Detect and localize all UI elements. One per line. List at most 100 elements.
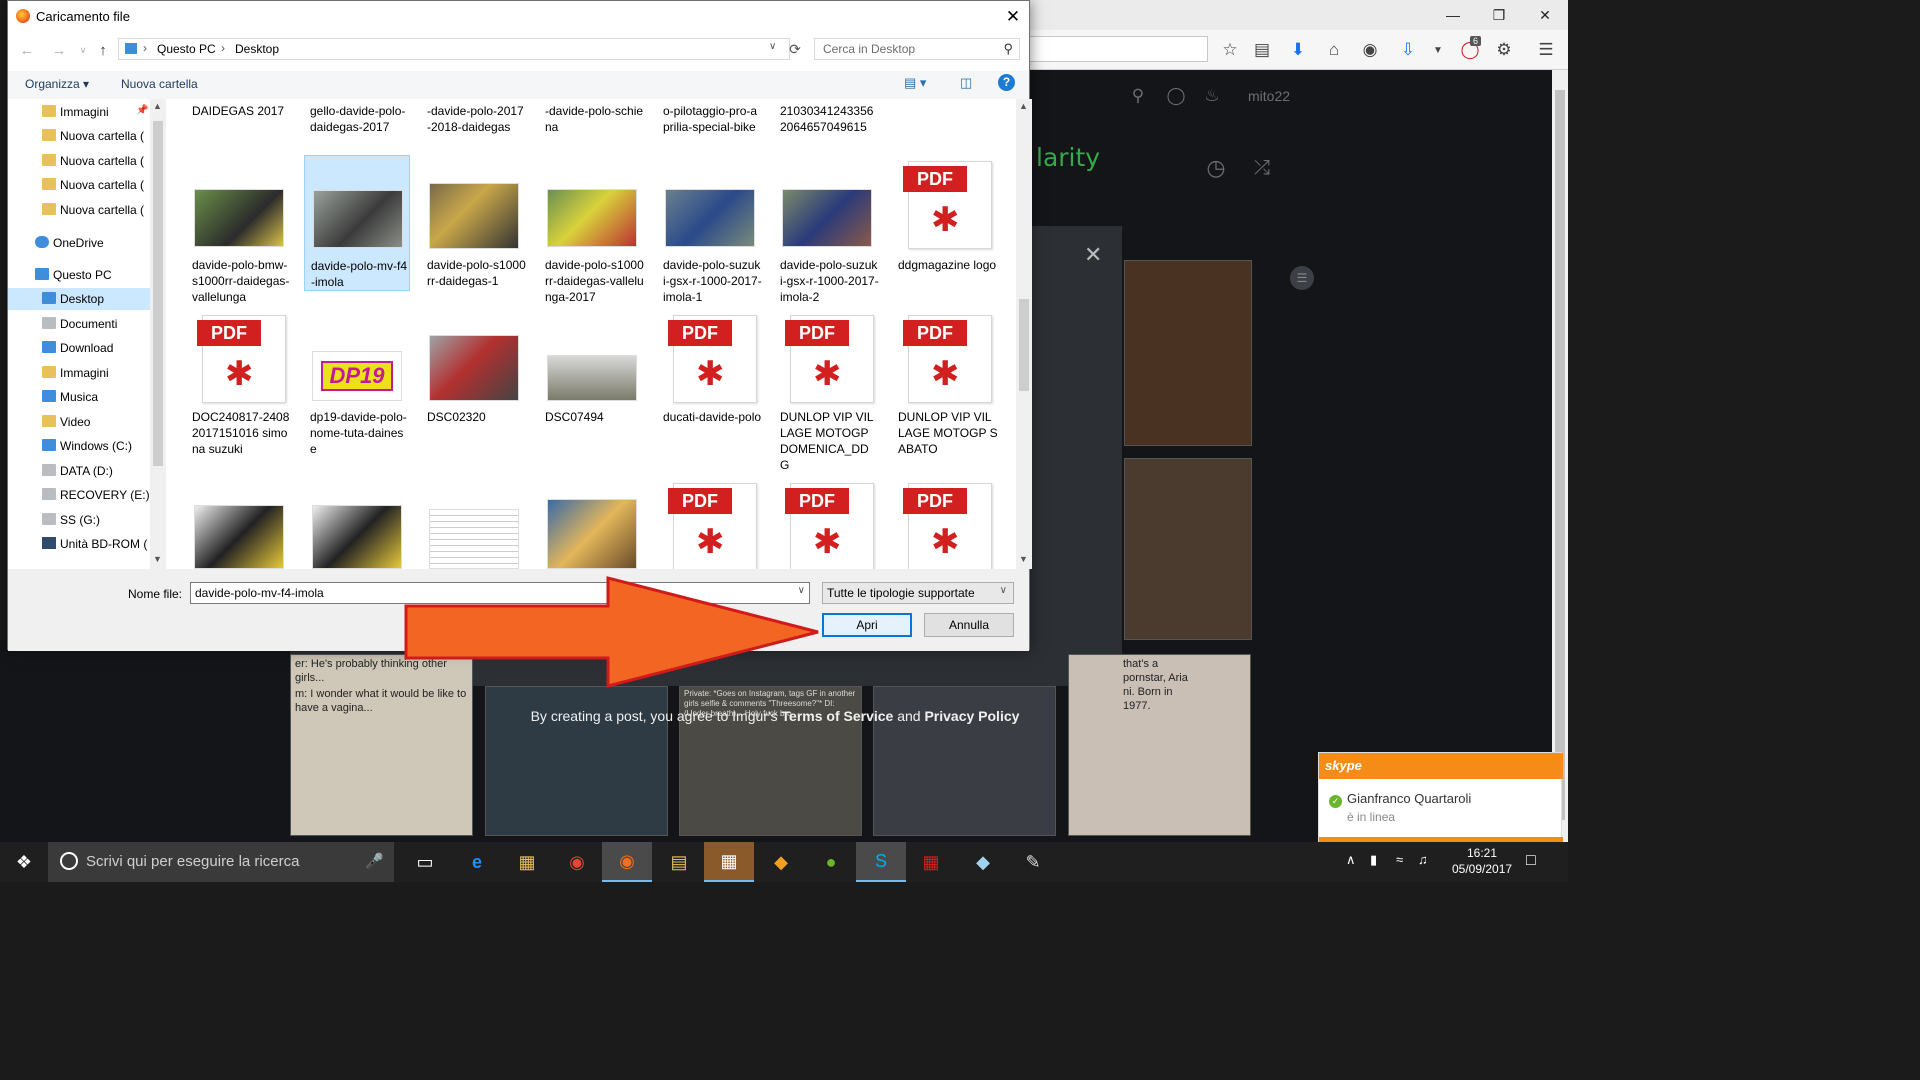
paint-icon[interactable]: ✎ [1008, 842, 1058, 882]
dropdown-icon[interactable]: ▼ [1424, 36, 1452, 64]
file-item[interactable]: DSC02320 [421, 311, 527, 461]
file-item[interactable]: PDF ✱ DOC240817-24082017151016 simona suzu… [186, 311, 292, 461]
file-item[interactable]: gello-davide-polo-daidegas-2017 [304, 99, 410, 153]
burger-thumbnail[interactable] [1124, 260, 1252, 446]
task-view-icon[interactable]: ▭ [400, 842, 450, 882]
file-item[interactable]: davide-polo-s1000rr-daidegas-1 [421, 157, 527, 307]
file-item[interactable]: DP19 dp19-davide-polo-nome-tuta-dainese [304, 311, 410, 461]
file-item[interactable]: -davide-polo-schiena [539, 99, 645, 153]
scroll-down-icon[interactable]: ▼ [1019, 554, 1028, 564]
extension-icon[interactable]: ⚙ [1490, 36, 1518, 64]
file-item[interactable]: o-pilotaggio-pro-aprilia-special-bike [657, 99, 763, 153]
file-item[interactable] [539, 479, 645, 569]
windows-start-icon[interactable]: ❖ [0, 842, 48, 882]
file-item[interactable]: davide-polo-suzuki-gsx-r-1000-2017-imola… [657, 157, 763, 307]
downloads-icon[interactable]: ⬇ [1284, 36, 1312, 64]
edge-icon[interactable]: e [452, 842, 502, 882]
search-icon[interactable]: ⚲ [1003, 41, 1013, 57]
reading-list-icon[interactable]: ▤ [1248, 36, 1276, 64]
skype-notification[interactable]: skype ✓ Gianfranco Quartaroli è in linea [1318, 752, 1563, 842]
bookmark-star-icon[interactable]: ☆ [1216, 36, 1244, 64]
volume-icon[interactable]: ♫ [1418, 852, 1428, 867]
chevron-down-icon[interactable]: ∨ [1000, 585, 1007, 596]
nav-item-windows-c[interactable]: Windows (C:) [8, 435, 150, 457]
file-item-selected[interactable]: davide-polo-mv-f4-imola [304, 155, 410, 291]
scroll-up-icon[interactable]: ▲ [153, 101, 162, 111]
acrobat-icon[interactable]: ▦ [906, 842, 956, 882]
download-manager-icon[interactable]: ⇩ [1394, 36, 1422, 64]
baby-thumbnail[interactable] [1124, 458, 1252, 640]
file-item[interactable]: PDF ✱ DUNLOP VIP VILLAGE MOTOGP SABATO [892, 311, 998, 461]
file-item[interactable]: DSC07494 [539, 311, 645, 461]
skype-taskbar-icon[interactable]: S [856, 842, 906, 882]
clock[interactable]: 16:21 05/09/2017 [1452, 845, 1512, 877]
preview-pane-icon[interactable]: ◫ [960, 75, 972, 91]
nav-item-documenti[interactable]: Documenti [8, 313, 150, 335]
photos-app-icon[interactable]: ▦ [502, 842, 552, 882]
filetype-select[interactable]: Tutte le tipologie supportate ∨ [822, 582, 1014, 604]
tray-chevron-icon[interactable]: ∧ [1346, 852, 1356, 868]
minimize-button[interactable]: — [1430, 0, 1476, 30]
file-item[interactable] [304, 479, 410, 569]
forward-arrow-icon[interactable]: → [48, 41, 70, 59]
nav-scrollbar[interactable]: ▲ ▼ [150, 99, 166, 569]
app-icon[interactable]: ◆ [756, 842, 806, 882]
file-item[interactable]: PDF ✱ ducati-davide-polo [657, 311, 763, 461]
nav-item-onedrive[interactable]: OneDrive [8, 232, 150, 254]
nav-item-nuova-cartella[interactable]: Nuova cartella ( [8, 150, 150, 172]
back-arrow-icon[interactable]: ← [16, 41, 38, 59]
taskbar-search[interactable]: Scrivi qui per eseguire la ricerca 🎤 [48, 842, 394, 882]
file-scrollbar[interactable]: ▲ ▼ [1016, 99, 1032, 569]
file-item[interactable]: davide-polo-suzuki-gsx-r-1000-2017-imola… [774, 157, 880, 307]
dialog-close-button[interactable]: ✕ [997, 1, 1029, 33]
nav-item-immagini[interactable]: Immagini [8, 362, 150, 384]
file-item[interactable]: davide-polo-bmw-s1000rr-daidegas-vallelu… [186, 157, 292, 307]
nav-item-musica[interactable]: Musica [8, 386, 150, 408]
nav-item-recovery-e[interactable]: RECOVERY (E:) [8, 484, 150, 506]
nav-item-immagini-quick[interactable]: Immagini 📌 [8, 101, 150, 123]
scroll-down-icon[interactable]: ▼ [153, 554, 162, 564]
nav-item-nuova-cartella[interactable]: Nuova cartella ( [8, 125, 150, 147]
chrome-icon[interactable]: ◉ [552, 842, 602, 882]
globe-icon[interactable]: ● [806, 842, 856, 882]
chevron-down-icon[interactable]: ∨ [769, 41, 776, 52]
modal-close-icon[interactable]: ✕ [1084, 242, 1102, 268]
pocket-icon[interactable]: ◉ [1356, 36, 1384, 64]
recent-dropdown-icon[interactable]: ∨ [72, 41, 94, 59]
nav-item-questo-pc[interactable]: Questo PC [8, 264, 150, 286]
help-icon[interactable]: ? [998, 74, 1015, 91]
file-item[interactable] [186, 479, 292, 569]
breadcrumb-desktop[interactable]: Desktop [235, 42, 279, 56]
organize-button[interactable]: Organizza ▾ [25, 77, 89, 91]
nav-item-nuova-cartella[interactable]: Nuova cartella ( [8, 199, 150, 221]
file-item[interactable] [421, 479, 527, 569]
close-window-button[interactable]: ✕ [1522, 0, 1568, 30]
menu-icon[interactable]: ☰ [1532, 36, 1560, 64]
battery-icon[interactable]: ▮ [1370, 852, 1377, 868]
file-item[interactable]: DAIDEGAS 2017 [186, 99, 292, 153]
microphone-icon[interactable]: 🎤 [365, 852, 384, 870]
nav-item-bd-rom[interactable]: Unità BD-ROM ( [8, 533, 150, 555]
comment-icon[interactable]: ☰ [1290, 266, 1314, 290]
app-icon[interactable]: ◆ [958, 842, 1008, 882]
cancel-button[interactable]: Annulla [924, 613, 1014, 637]
open-button[interactable]: Apri [822, 613, 912, 637]
nav-item-ss-g[interactable]: SS (G:) [8, 509, 150, 531]
url-bar[interactable] [1030, 36, 1208, 62]
address-bar[interactable]: › Questo PC › Desktop ∨ [118, 38, 790, 60]
nav-item-data-d[interactable]: DATA (D:) [8, 460, 150, 482]
notification-center-icon[interactable]: □ [1526, 852, 1536, 870]
clock-icon[interactable]: ◷ [1204, 155, 1228, 180]
file-item[interactable]: PDF ✱ [892, 479, 998, 569]
nav-item-desktop[interactable]: Desktop [8, 288, 150, 310]
up-arrow-icon[interactable]: ↑ [92, 41, 114, 59]
nav-item-download[interactable]: Download [8, 337, 150, 359]
breadcrumb-questo-pc[interactable]: Questo PC [157, 42, 216, 56]
terms-link[interactable]: Terms of Service [782, 708, 894, 724]
privacy-link[interactable]: Privacy Policy [924, 708, 1019, 724]
meme-thumbnail-5[interactable]: that's a pornstar, Aria ni. Born in 1977… [1068, 654, 1251, 836]
home-icon[interactable]: ⌂ [1320, 36, 1348, 64]
file-item[interactable]: davide-polo-s1000rr-daidegas-vallelunga-… [539, 157, 645, 307]
file-item[interactable]: 210303412433562064657049615 [774, 99, 880, 153]
nav-item-video[interactable]: Video [8, 411, 150, 433]
